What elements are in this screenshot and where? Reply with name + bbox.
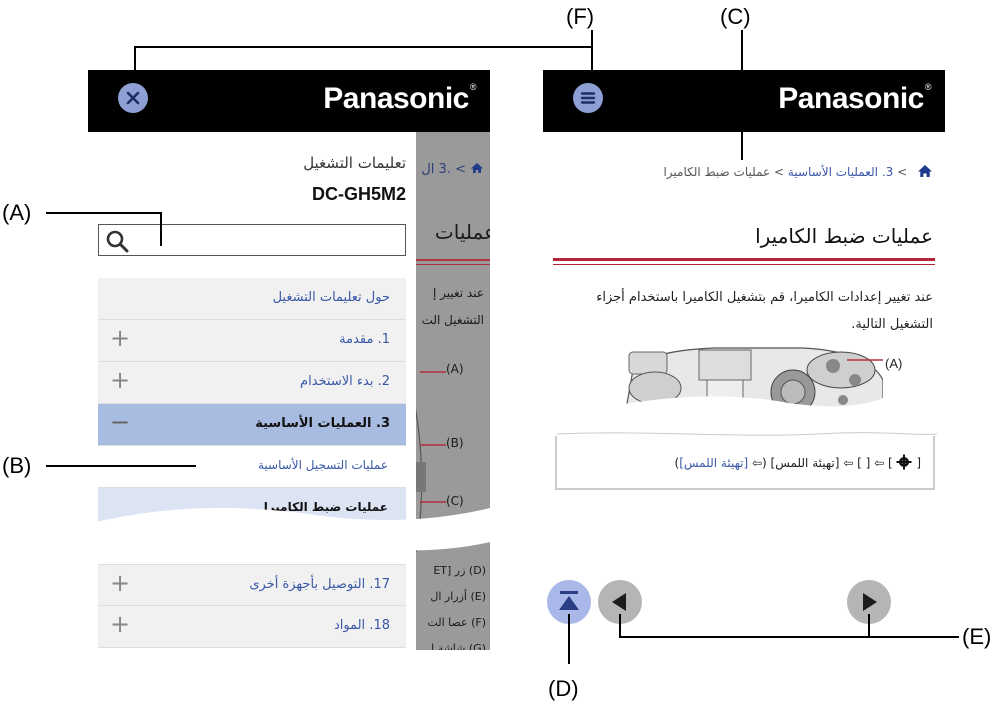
breadcrumb-link[interactable]: 3. العمليات الأساسية [788, 165, 893, 179]
right-screen-page: Panasonic® > 3. العمليات الأساسية > عملي… [543, 70, 945, 490]
close-menu-button[interactable] [118, 83, 148, 113]
menu-item-label: 1. مقدمة [339, 332, 390, 347]
bg-item-e: (E) أزرار ال [430, 590, 486, 603]
menu-item-getting-started[interactable]: + 2. بدء الاستخدام [98, 362, 406, 404]
title-rule-thick [553, 258, 935, 261]
breadcrumb-separator: > [774, 165, 785, 179]
bg-rule [410, 259, 490, 261]
callout-c-line [741, 30, 743, 160]
callout-label-d: (D) [548, 676, 579, 701]
menu-item-about[interactable]: حول تعليمات التشغيل [98, 278, 406, 320]
callout-d-line [568, 614, 570, 664]
bg-item-f: (F) عصا الت [427, 616, 486, 629]
menu-item-introduction[interactable]: + 1. مقدمة [98, 320, 406, 362]
callout-e-line-horizontal [619, 636, 959, 638]
bg-item-d: (D) زر [ET [433, 564, 486, 577]
callout-a-line-horizontal [46, 212, 162, 214]
callout-f-line-horizontal [134, 46, 593, 48]
breadcrumb-current: عمليات ضبط الكاميرا [663, 165, 771, 179]
callout-label-f: (F) [566, 4, 595, 29]
body-line-2: التشغيل التالية. [851, 317, 933, 332]
annotation-a: (A) [885, 356, 903, 371]
header-bar: Panasonic® [88, 70, 490, 132]
navigation-drawer: تعليمات التشغيل DC-GH5M2 حول تعليمات الت… [88, 132, 416, 650]
camera-illustration [603, 340, 883, 426]
collapse-icon[interactable]: − [110, 408, 130, 436]
callout-label-b: (B) [2, 453, 32, 478]
callout-e-line-right [868, 614, 870, 638]
expand-icon[interactable]: + [110, 569, 130, 597]
illustration-fade [603, 396, 883, 426]
menu-button[interactable] [573, 83, 603, 113]
touch-settings-link[interactable]: [تهيئة اللمس] [679, 456, 748, 470]
bg-ann-b: (B) [446, 436, 464, 450]
model-name: DC-GH5M2 [311, 184, 406, 204]
path-steps: ] ⇦ [ ] ⇦ [تهيئة اللمس] (⇦ [748, 456, 893, 470]
expand-icon[interactable]: + [110, 324, 130, 352]
page-title: عمليات ضبط الكاميرا [755, 224, 933, 248]
panasonic-logo: Panasonic® [778, 82, 931, 115]
header-bar: Panasonic® [543, 70, 945, 132]
home-icon [471, 163, 483, 173]
submenu-item-label: عمليات التسجيل الأساسية [257, 458, 388, 472]
bg-text-line2: التشغيل الت [421, 313, 484, 327]
menu-item-connecting[interactable]: + 17. التوصيل بأجهزة أخرى [98, 564, 406, 606]
menu-path: [ ] ⇦ [ ] ⇦ [تهيئة اللمس] (⇦ [تهيئة اللم… [675, 454, 921, 470]
callout-a-line-vertical [160, 212, 162, 246]
bg-title: عمليات [434, 220, 490, 244]
title-rule-thin [553, 264, 935, 265]
menu-item-label: 3. العمليات الأساسية [255, 416, 390, 431]
search-input[interactable] [98, 224, 406, 256]
callout-f-line-left [134, 46, 136, 80]
menu-item-materials[interactable]: + 18. المواد [98, 606, 406, 648]
callout-label-c: (C) [720, 4, 751, 29]
bg-text-line1: عند تغيير إ [432, 286, 484, 300]
menu-item-basic-operations[interactable]: − 3. العمليات الأساسية [98, 404, 406, 446]
callout-f-line-right [591, 30, 593, 82]
callout-label-e: (E) [962, 624, 992, 649]
submenu-item-basic-recording[interactable]: عمليات التسجيل الأساسية [98, 446, 406, 488]
close-icon [126, 91, 140, 105]
left-screen-menu-open: Panasonic® > .3 ال عمليات عند تغيير إ ال… [88, 70, 490, 650]
menu-item-label: 18. المواد [333, 618, 390, 633]
menu-item-label: 17. التوصيل بأجهزة أخرى [249, 577, 390, 592]
body-line-1: عند تغيير إعدادات الكاميرا، قم بتشغيل ال… [596, 290, 933, 305]
home-icon[interactable] [917, 164, 933, 178]
bg-item-g: (G) شاشة ا [431, 642, 486, 650]
gear-icon [896, 454, 912, 470]
page-body-text: عند تغيير إعدادات الكاميرا، قم بتشغيل ال… [553, 284, 933, 338]
menu-icon [580, 92, 596, 104]
callout-b-line [46, 465, 196, 467]
search-icon [106, 230, 129, 253]
menu-item-label: 2. بدء الاستخدام [300, 374, 390, 389]
menu-item-label: حول تعليمات التشغيل [272, 290, 390, 305]
dimmed-page-background: > .3 ال عمليات عند تغيير إ التشغيل الت (… [410, 132, 490, 650]
panasonic-logo: Panasonic® [323, 82, 476, 115]
callout-e-line-left [619, 614, 621, 638]
torn-edge-break [88, 508, 490, 554]
path-bracket: [ [916, 456, 921, 470]
callout-label-a: (A) [2, 200, 32, 225]
table-of-contents: حول تعليمات التشغيل + 1. مقدمة + 2. بدء … [98, 278, 406, 648]
bg-breadcrumb: > .3 ال [421, 162, 484, 177]
expand-icon[interactable]: + [110, 366, 130, 394]
drawer-title: تعليمات التشغيل [303, 154, 406, 172]
menu-path-box: [ ] ⇦ [ ] ⇦ [تهيئة اللمس] (⇦ [تهيئة اللم… [555, 432, 937, 490]
breadcrumb-separator: > [897, 165, 908, 179]
bg-ann-a: (A) [446, 362, 464, 376]
path-box-torn-top [557, 432, 937, 436]
expand-icon[interactable]: + [110, 610, 130, 638]
bg-rule-thin [410, 264, 490, 265]
breadcrumb: > 3. العمليات الأساسية > عمليات ضبط الكا… [663, 164, 933, 179]
